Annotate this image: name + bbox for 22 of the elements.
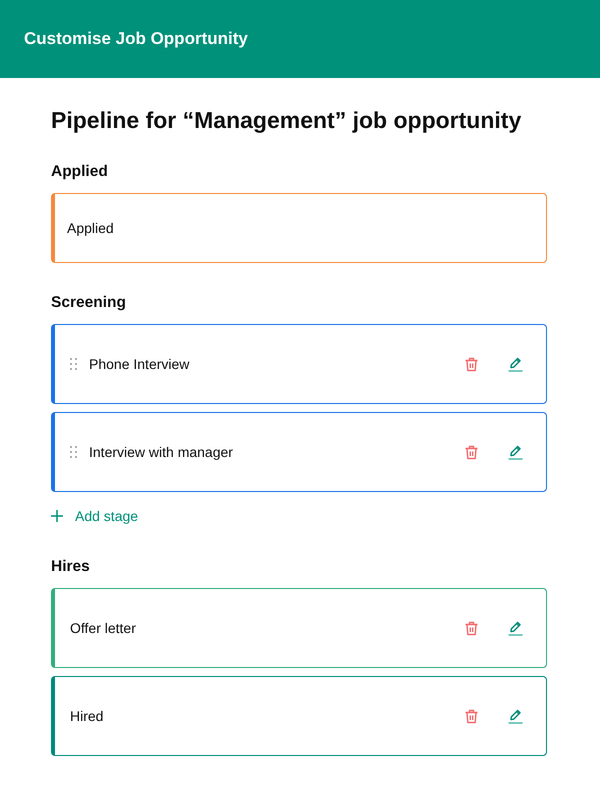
pencil-icon: [508, 444, 522, 460]
pencil-icon: [508, 708, 522, 724]
trash-icon: [464, 620, 478, 636]
pencil-icon: [508, 356, 522, 372]
plus-icon: [51, 510, 63, 522]
pencil-icon: [508, 620, 522, 636]
stage-name: Interview with manager: [89, 444, 233, 460]
trash-icon: [464, 444, 478, 460]
drag-handle-icon[interactable]: [70, 446, 77, 458]
section-title: Screening: [51, 293, 127, 313]
header-title: Customise Job Opportunity: [24, 29, 248, 49]
trash-icon: [464, 356, 478, 372]
stage-name: Applied: [67, 220, 114, 236]
drag-handle-icon[interactable]: [70, 358, 77, 370]
stage-name: Phone Interview: [89, 356, 190, 372]
stage-name: Offer letter: [70, 620, 136, 636]
page-title: Pipeline for “Management” job opportunity: [51, 106, 522, 134]
stage-name: Hired: [70, 708, 104, 724]
trash-icon: [464, 708, 478, 724]
add-stage-button[interactable]: Add stage: [51, 508, 138, 524]
section-title: Hires: [51, 557, 91, 577]
section-title: Applied: [51, 162, 109, 182]
